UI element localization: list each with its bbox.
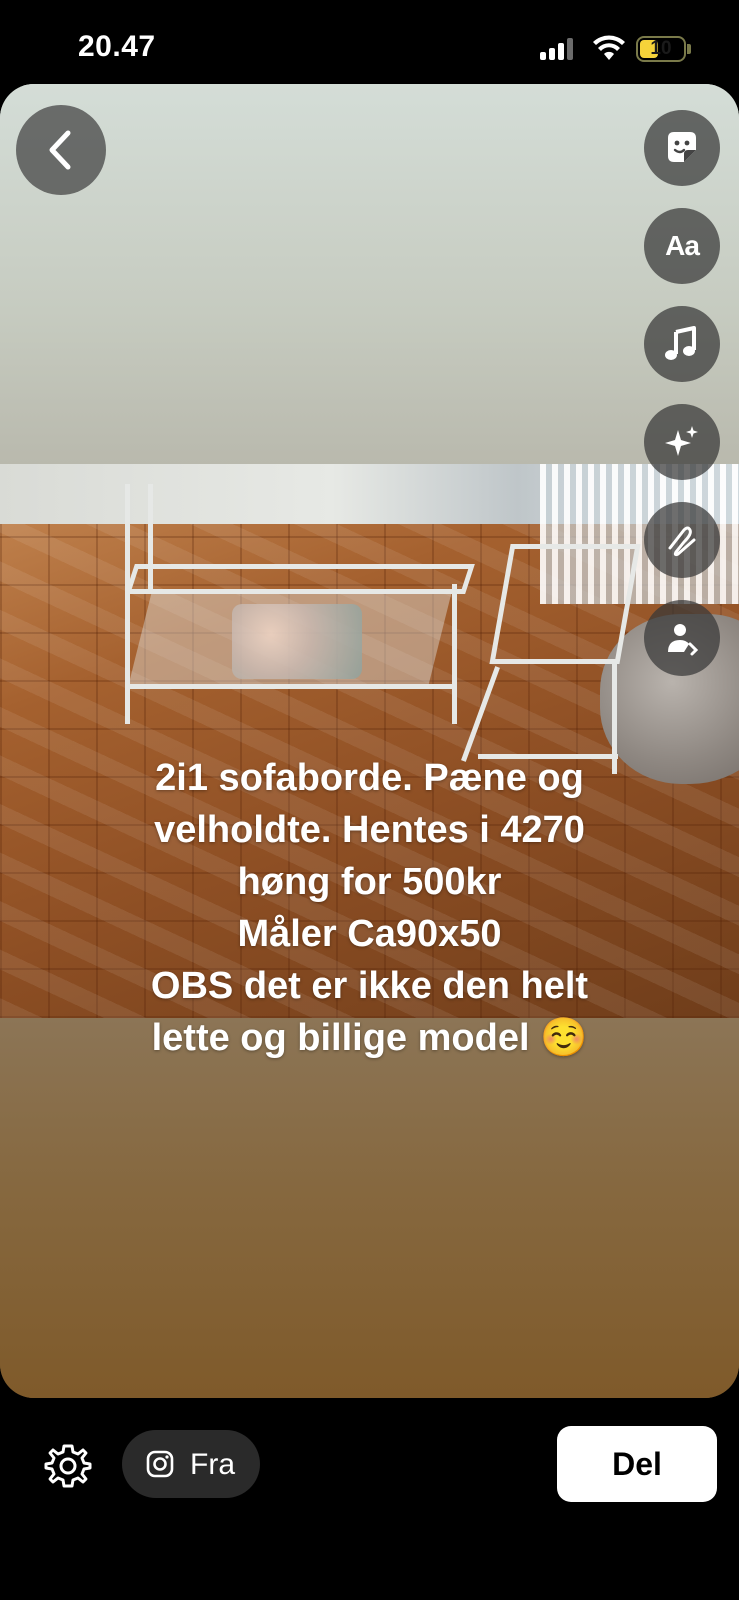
caption-line: lette og billige model ☺️ [151,1017,588,1059]
chevron-left-icon [49,130,71,170]
music-icon [665,326,696,360]
story-canvas[interactable]: 2i1 sofaborde. Pæne og velholdte. Hentes… [0,84,739,1398]
text-tool-button[interactable]: Aa [644,208,720,284]
effects-sparkle-icon [665,426,698,456]
photo-small-table-leg-1 [461,666,500,762]
sticker-button[interactable] [644,110,720,186]
caption-line: høng for 500kr [237,861,502,903]
music-button[interactable] [644,306,720,382]
caption-line: 2i1 sofaborde. Pæne og [155,757,584,799]
from-instagram-chip[interactable]: Fra [122,1430,260,1498]
back-button[interactable] [16,105,106,195]
text-tool-label: Aa [665,230,700,261]
battery-level-text: 10 [650,38,672,59]
photo-large-table-top [125,564,475,594]
cellular-signal-icon [540,38,578,60]
draw-button[interactable] [644,502,720,578]
photo-large-table-leg-3 [452,584,457,724]
battery-icon: 10 [636,36,686,62]
gear-icon [44,1444,92,1488]
photo-small-table-top [489,544,641,664]
status-time: 20.47 [78,30,156,63]
bottom-background-gradient [0,1018,739,1398]
caption-line: OBS det er ikke den helt [150,965,589,1007]
sticker-icon [668,132,696,162]
status-bar: 20.47 10 [0,0,739,84]
effects-button[interactable] [644,404,720,480]
instagram-icon [146,1450,174,1478]
from-label: Fra [190,1448,235,1481]
photo-large-table-rail [125,684,455,689]
top-background-gradient [0,84,739,464]
draw-squiggle-icon [668,526,696,557]
caption-line: velholdte. Hentes i 4270 [154,809,585,851]
mention-person-icon [668,624,699,656]
story-caption-text[interactable]: 2i1 sofaborde. Pæne og velholdte. Hentes… [40,752,699,1064]
photo-glass-bowl [232,604,362,679]
photo-large-table-leg-2 [148,484,153,594]
share-button[interactable]: Del [557,1426,717,1502]
settings-button[interactable] [44,1442,92,1490]
mention-button[interactable] [644,600,720,676]
battery-nub [687,44,691,54]
caption-line: Måler Ca90x50 [237,913,502,955]
wifi-icon [593,35,625,60]
